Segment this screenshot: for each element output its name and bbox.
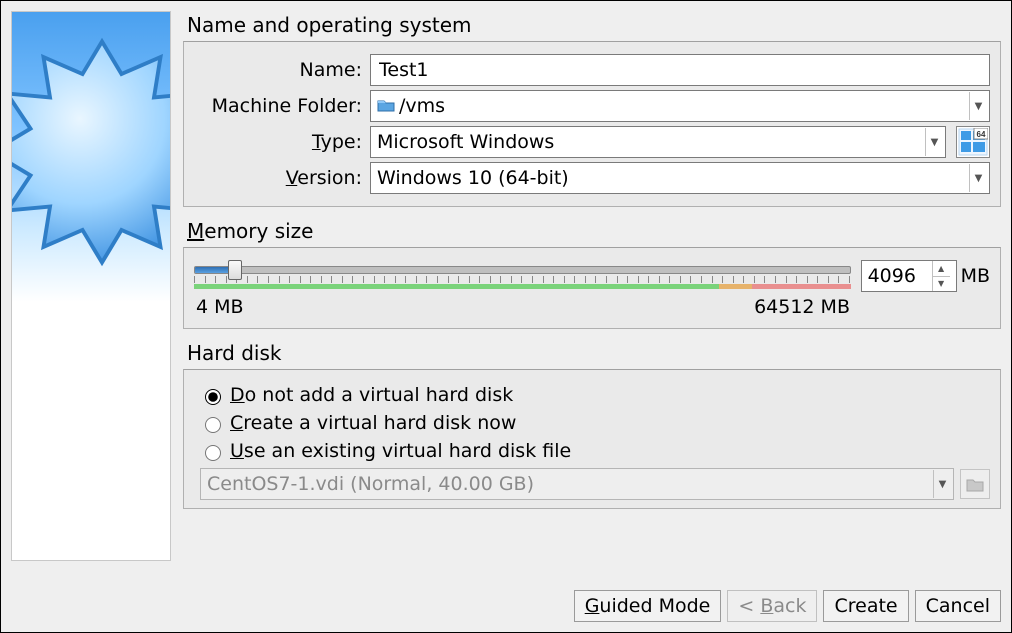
memory-slider-row: ▲ ▼ MB (194, 254, 990, 294)
memory-max-label: 64512 MB (754, 296, 850, 318)
slider-thumb[interactable] (228, 260, 242, 280)
chevron-down-icon[interactable]: ▼ (925, 128, 943, 156)
type-value: Microsoft Windows (377, 131, 925, 153)
memory-min-label: 4 MB (196, 296, 244, 318)
harddisk-title: Hard disk (187, 341, 1001, 365)
label-name: Name: (194, 59, 364, 81)
name-input[interactable] (370, 54, 990, 86)
back-button: < Back (727, 590, 817, 622)
chevron-down-icon[interactable]: ▼ (969, 92, 987, 120)
harddisk-section: Hard disk Do not add a virtual hard disk… (183, 339, 1001, 509)
chevron-down-icon[interactable]: ▼ (969, 164, 987, 192)
existing-disk-combo: CentOS7-1.vdi (Normal, 40.00 GB) ▼ (200, 468, 954, 500)
guided-mode-button[interactable]: Guided Mode (574, 590, 722, 622)
spin-down-icon[interactable]: ▼ (933, 277, 950, 292)
existing-disk-value: CentOS7-1.vdi (Normal, 40.00 GB) (207, 473, 933, 495)
wizard-graphic (11, 11, 171, 561)
label-machine-folder: Machine Folder: (194, 95, 364, 117)
create-button[interactable]: Create (823, 590, 908, 622)
os-icon: 64 (956, 126, 990, 158)
existing-disk-row: CentOS7-1.vdi (Normal, 40.00 GB) ▼ (200, 468, 990, 500)
memory-fieldset: ▲ ▼ MB 4 MB 64512 MB (183, 247, 1001, 329)
radio-no-disk-input[interactable] (205, 389, 221, 405)
nameos-fieldset: Name: Machine Folder: /vms ▼ (183, 41, 1001, 207)
radio-create-disk-label: Create a virtual hard disk now (230, 412, 516, 434)
form-column: Name and operating system Name: Machine … (183, 11, 1001, 582)
version-value: Windows 10 (64-bit) (377, 167, 969, 189)
nameos-title: Name and operating system (187, 13, 1001, 37)
memory-slider[interactable] (194, 260, 851, 292)
harddisk-fieldset: Do not add a virtual hard disk Create a … (183, 369, 1001, 509)
memory-spin-group: ▲ ▼ MB (861, 260, 990, 292)
version-combo[interactable]: Windows 10 (64-bit) ▼ (370, 162, 990, 194)
radio-no-disk-label: Do not add a virtual hard disk (230, 384, 513, 406)
folder-open-icon (966, 476, 984, 492)
spin-buttons[interactable]: ▲ ▼ (932, 261, 950, 291)
nameos-section: Name and operating system Name: Machine … (183, 11, 1001, 207)
radio-use-existing[interactable]: Use an existing virtual hard disk file (200, 440, 990, 462)
memory-spinbox[interactable]: ▲ ▼ (861, 260, 957, 292)
radio-no-disk[interactable]: Do not add a virtual hard disk (200, 384, 990, 406)
radio-create-disk[interactable]: Create a virtual hard disk now (200, 412, 990, 434)
row-folder: Machine Folder: /vms ▼ (194, 90, 990, 122)
radio-create-disk-input[interactable] (205, 417, 221, 433)
row-name: Name: (194, 54, 990, 86)
chevron-down-icon: ▼ (933, 470, 951, 498)
label-type: Type: (194, 131, 364, 153)
svg-text:64: 64 (977, 130, 986, 139)
machine-folder-combo[interactable]: /vms ▼ (370, 90, 990, 122)
starburst-icon (11, 22, 171, 282)
slider-track (194, 266, 851, 274)
machine-folder-value: /vms (399, 95, 969, 117)
folder-icon (377, 95, 395, 117)
create-vm-dialog: Name and operating system Name: Machine … (0, 0, 1012, 633)
row-type: Type: Microsoft Windows ▼ (194, 126, 990, 158)
slider-ticks (194, 276, 851, 284)
label-version: Version: (194, 167, 364, 189)
spin-up-icon[interactable]: ▲ (933, 261, 950, 277)
radio-use-existing-label: Use an existing virtual hard disk file (230, 440, 571, 462)
slider-colorbar (194, 284, 851, 289)
windows10-64-icon: 64 (958, 128, 988, 156)
content-row: Name and operating system Name: Machine … (11, 11, 1001, 582)
memory-value-input[interactable] (862, 261, 932, 291)
memory-section: Memory size (183, 217, 1001, 329)
radio-use-existing-input[interactable] (205, 445, 221, 461)
choose-disk-file-button (960, 469, 990, 499)
type-combo[interactable]: Microsoft Windows ▼ (370, 126, 946, 158)
mb-unit-label: MB (961, 265, 990, 287)
cancel-button[interactable]: Cancel (915, 590, 1001, 622)
memory-range-labels: 4 MB 64512 MB (194, 296, 990, 318)
memory-title: Memory size (187, 219, 1001, 243)
dialog-footer: Guided Mode < Back Create Cancel (11, 582, 1001, 622)
row-version: Version: Windows 10 (64-bit) ▼ (194, 162, 990, 194)
